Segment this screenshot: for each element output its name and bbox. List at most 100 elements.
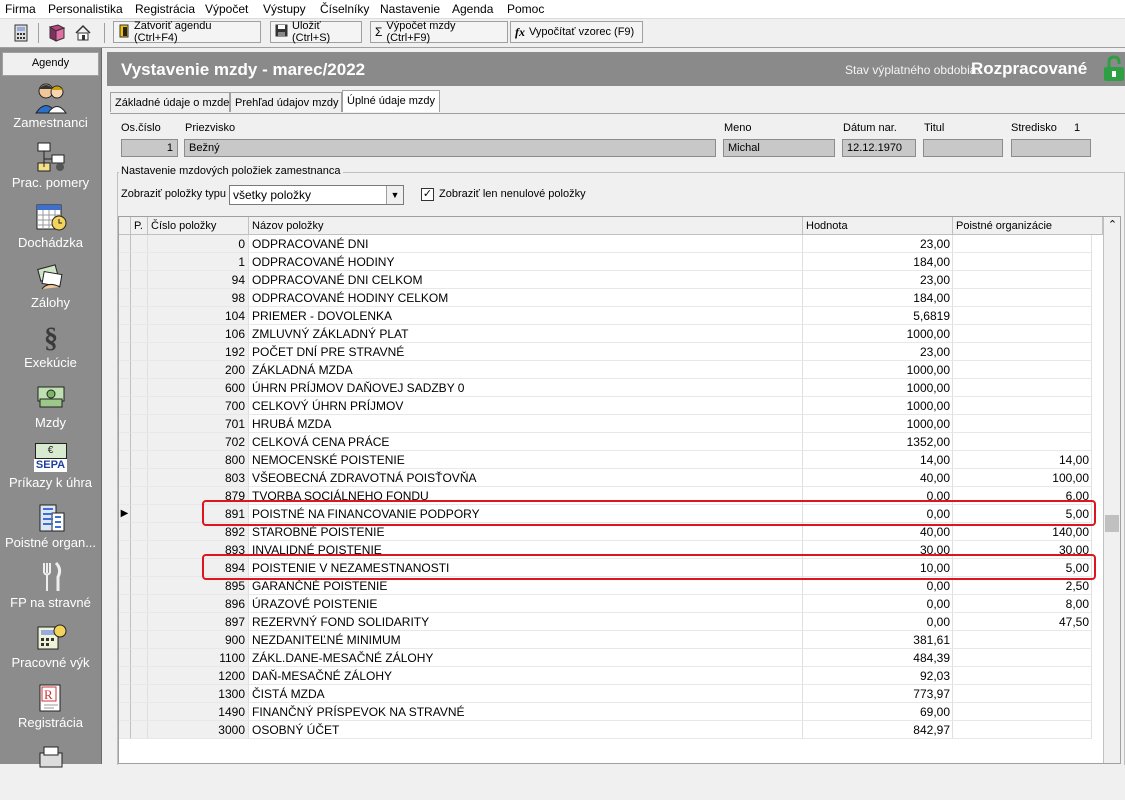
- cell-p[interactable]: [131, 361, 148, 379]
- cell-item-number[interactable]: 1200: [148, 667, 249, 685]
- table-row[interactable]: 1 ODPRACOVANÉ HODINY 184,00: [119, 253, 1103, 271]
- table-row[interactable]: 94 ODPRACOVANÉ DNI CELKOM 23,00: [119, 271, 1103, 289]
- cell-org-insurance[interactable]: [953, 307, 1092, 325]
- table-row[interactable]: 192 POČET DNÍ PRE STRAVNÉ 23,00: [119, 343, 1103, 361]
- scrollbar-thumb[interactable]: [1105, 515, 1119, 532]
- nonzero-checkbox-label[interactable]: Zobraziť len nenulové položky: [439, 188, 586, 200]
- cell-p[interactable]: [131, 325, 148, 343]
- cell-org-insurance[interactable]: [953, 649, 1092, 667]
- cell-value[interactable]: 23,00: [803, 343, 953, 361]
- cell-item-number[interactable]: 3000: [148, 721, 249, 739]
- cell-item-name[interactable]: ČISTÁ MZDA: [249, 685, 803, 703]
- sidebar-item-more[interactable]: [0, 740, 101, 800]
- cell-org-insurance[interactable]: [953, 343, 1092, 361]
- cell-p[interactable]: [131, 379, 148, 397]
- cell-item-name[interactable]: ZÁKLADNÁ MZDA: [249, 361, 803, 379]
- cell-org-insurance[interactable]: [953, 433, 1092, 451]
- cell-org-insurance[interactable]: [953, 685, 1092, 703]
- cell-item-name[interactable]: FINANČNÝ PRÍSPEVOK NA STRAVNÉ: [249, 703, 803, 721]
- cell-item-name[interactable]: NEZDANITEĽNÉ MINIMUM: [249, 631, 803, 649]
- cell-item-name[interactable]: ODPRACOVANÉ HODINY CELKOM: [249, 289, 803, 307]
- nonzero-checkbox[interactable]: ✓: [421, 188, 434, 201]
- table-row[interactable]: 702 CELKOVÁ CENA PRÁCE 1352,00: [119, 433, 1103, 451]
- cell-value[interactable]: 5,6819: [803, 307, 953, 325]
- cell-item-name[interactable]: ODPRACOVANÉ HODINY: [249, 253, 803, 271]
- sidebar-item-poistne[interactable]: Poistné organ...: [0, 500, 101, 560]
- calc-formula-button[interactable]: fx Vypočítať vzorec (F9): [510, 21, 643, 43]
- cell-item-number[interactable]: 1100: [148, 649, 249, 667]
- cell-item-number[interactable]: 104: [148, 307, 249, 325]
- table-row[interactable]: 1200 DAŇ-MESAČNÉ ZÁLOHY 92,03: [119, 667, 1103, 685]
- cell-value[interactable]: 0,00: [803, 595, 953, 613]
- grid-header-nazov[interactable]: Názov položky: [249, 217, 803, 235]
- cell-item-number[interactable]: 702: [148, 433, 249, 451]
- cell-item-name[interactable]: HRUBÁ MZDA: [249, 415, 803, 433]
- grid-header-cislo[interactable]: Číslo položky: [148, 217, 249, 235]
- cell-value[interactable]: 381,61: [803, 631, 953, 649]
- cell-item-number[interactable]: 1490: [148, 703, 249, 721]
- cell-p[interactable]: [131, 595, 148, 613]
- table-row[interactable]: 104 PRIEMER - DOVOLENKA 5,6819: [119, 307, 1103, 325]
- cell-org-insurance[interactable]: 14,00: [953, 451, 1092, 469]
- scroll-up-icon[interactable]: ⌃: [1104, 217, 1120, 235]
- calc-wage-button[interactable]: Σ Výpočet mzdy (Ctrl+F9): [370, 20, 508, 44]
- cell-org-insurance[interactable]: [953, 703, 1092, 721]
- menu-agenda[interactable]: Agenda: [452, 2, 493, 16]
- titul-field[interactable]: [923, 139, 1003, 157]
- cell-p[interactable]: [131, 253, 148, 271]
- table-row[interactable]: 3000 OSOBNÝ ÚČET 842,97: [119, 721, 1103, 739]
- cell-value[interactable]: 92,03: [803, 667, 953, 685]
- cell-org-insurance[interactable]: 100,00: [953, 469, 1092, 487]
- sidebar-item-zamestnanci[interactable]: Zamestnanci: [0, 80, 101, 140]
- cell-item-name[interactable]: OSOBNÝ ÚČET: [249, 721, 803, 739]
- cell-item-name[interactable]: POČET DNÍ PRE STRAVNÉ: [249, 343, 803, 361]
- cell-value[interactable]: 184,00: [803, 289, 953, 307]
- cell-value[interactable]: 1000,00: [803, 325, 953, 343]
- cell-value[interactable]: 1000,00: [803, 361, 953, 379]
- sidebar-item-exekucie[interactable]: § Exekúcie: [0, 320, 101, 380]
- cell-org-insurance[interactable]: [953, 631, 1092, 649]
- cell-org-insurance[interactable]: [953, 397, 1092, 415]
- cell-value[interactable]: 842,97: [803, 721, 953, 739]
- cell-org-insurance[interactable]: [953, 667, 1092, 685]
- cell-item-name[interactable]: ÚHRN PRÍJMOV DAŇOVEJ SADZBY 0: [249, 379, 803, 397]
- cell-org-insurance[interactable]: [953, 361, 1092, 379]
- cell-item-name[interactable]: PRIEMER - DOVOLENKA: [249, 307, 803, 325]
- table-row[interactable]: 896 ÚRAZOVÉ POISTENIE 0,00 8,00: [119, 595, 1103, 613]
- cell-item-number[interactable]: 800: [148, 451, 249, 469]
- cell-p[interactable]: [131, 631, 148, 649]
- cell-value[interactable]: 1352,00: [803, 433, 953, 451]
- cell-item-name[interactable]: ZMLUVNÝ ZÁKLADNÝ PLAT: [249, 325, 803, 343]
- cell-item-number[interactable]: 600: [148, 379, 249, 397]
- cell-item-number[interactable]: 896: [148, 595, 249, 613]
- cell-p[interactable]: [131, 415, 148, 433]
- sidebar-item-mzdy[interactable]: Mzdy: [0, 380, 101, 440]
- table-row[interactable]: 800 NEMOCENSKÉ POISTENIE 14,00 14,00: [119, 451, 1103, 469]
- cell-p[interactable]: [131, 577, 148, 595]
- cell-p[interactable]: [131, 541, 148, 559]
- menu-vystupy[interactable]: Výstupy: [263, 2, 306, 16]
- cell-item-number[interactable]: 1: [148, 253, 249, 271]
- tab-uplne-udaje[interactable]: Úplné údaje mzdy: [342, 90, 440, 112]
- menu-registracia[interactable]: Registrácia: [135, 2, 195, 16]
- cell-p[interactable]: [131, 433, 148, 451]
- stredisko-field[interactable]: [1011, 139, 1091, 157]
- cell-p[interactable]: [131, 307, 148, 325]
- cell-p[interactable]: [131, 649, 148, 667]
- meno-field[interactable]: Michal: [723, 139, 835, 157]
- grid-header-p[interactable]: P.: [131, 217, 148, 235]
- menu-nastavenie[interactable]: Nastavenie: [380, 2, 440, 16]
- chevron-down-icon[interactable]: ▼: [386, 186, 403, 204]
- cell-item-name[interactable]: DAŇ-MESAČNÉ ZÁLOHY: [249, 667, 803, 685]
- cell-item-number[interactable]: 200: [148, 361, 249, 379]
- cell-item-number[interactable]: 900: [148, 631, 249, 649]
- cell-value[interactable]: 40,00: [803, 469, 953, 487]
- grid-header-hodnota[interactable]: Hodnota: [803, 217, 953, 235]
- datum-nar-field[interactable]: 12.12.1970: [842, 139, 916, 157]
- cell-item-number[interactable]: 700: [148, 397, 249, 415]
- tab-zakladne-udaje[interactable]: Základné údaje o mzde: [110, 92, 230, 112]
- cell-org-insurance[interactable]: [953, 379, 1092, 397]
- cell-value[interactable]: 484,39: [803, 649, 953, 667]
- cell-p[interactable]: [131, 667, 148, 685]
- table-row[interactable]: 106 ZMLUVNÝ ZÁKLADNÝ PLAT 1000,00: [119, 325, 1103, 343]
